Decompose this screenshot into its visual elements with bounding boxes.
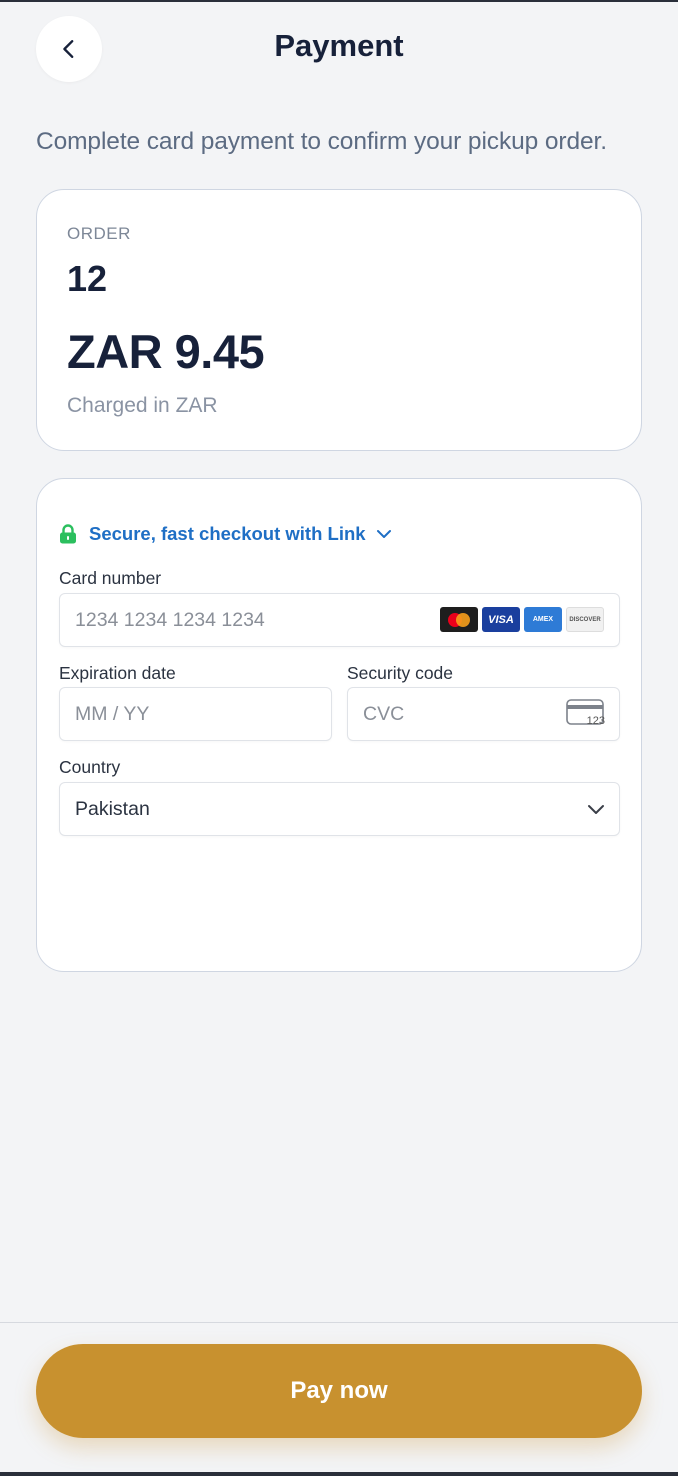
discover-icon: DISCOVER [566, 607, 604, 632]
chevron-down-icon [588, 805, 604, 814]
footer-divider [0, 1322, 678, 1323]
country-select[interactable]: Pakistan [59, 782, 620, 836]
card-number-label: Card number [59, 568, 162, 588]
order-amount: ZAR 9.45 [67, 325, 265, 378]
chevron-down-icon [376, 530, 391, 538]
cvc-card-icon: 123 [566, 699, 605, 727]
mastercard-icon [440, 607, 478, 632]
lock-icon [60, 524, 76, 544]
expiration-label: Expiration date [59, 663, 176, 683]
link-checkout-toggle[interactable]: Secure, fast checkout with Link [59, 523, 392, 545]
link-checkout-text: Secure, fast checkout with Link [89, 523, 366, 544]
country-value: Pakistan [75, 797, 150, 820]
currency-note: Charged in ZAR [67, 394, 218, 417]
svg-text:123: 123 [587, 715, 605, 727]
page-title: Payment [274, 28, 404, 63]
security-code-label: Security code [347, 663, 454, 683]
visa-icon: VISA [482, 607, 520, 632]
top-border [0, 0, 678, 2]
expiration-input[interactable] [59, 687, 332, 741]
order-summary-card: ORDER 12 ZAR 9.45 Charged in ZAR [36, 189, 642, 451]
country-label: Country [59, 757, 121, 777]
bottom-border [0, 1472, 678, 1476]
order-label: ORDER [67, 224, 131, 243]
amex-icon: AMEX [524, 607, 562, 632]
payment-form-card: Secure, fast checkout with Link Card num… [36, 478, 642, 972]
header: Payment [0, 14, 678, 82]
card-brands: VISA AMEX DISCOVER [440, 607, 604, 632]
page-subtitle: Complete card payment to confirm your pi… [36, 128, 607, 155]
order-number: 12 [67, 258, 108, 299]
card-number-wrapper: VISA AMEX DISCOVER [59, 593, 620, 647]
security-code-wrapper: 123 [347, 687, 620, 741]
pay-now-button[interactable]: Pay now [36, 1344, 642, 1438]
